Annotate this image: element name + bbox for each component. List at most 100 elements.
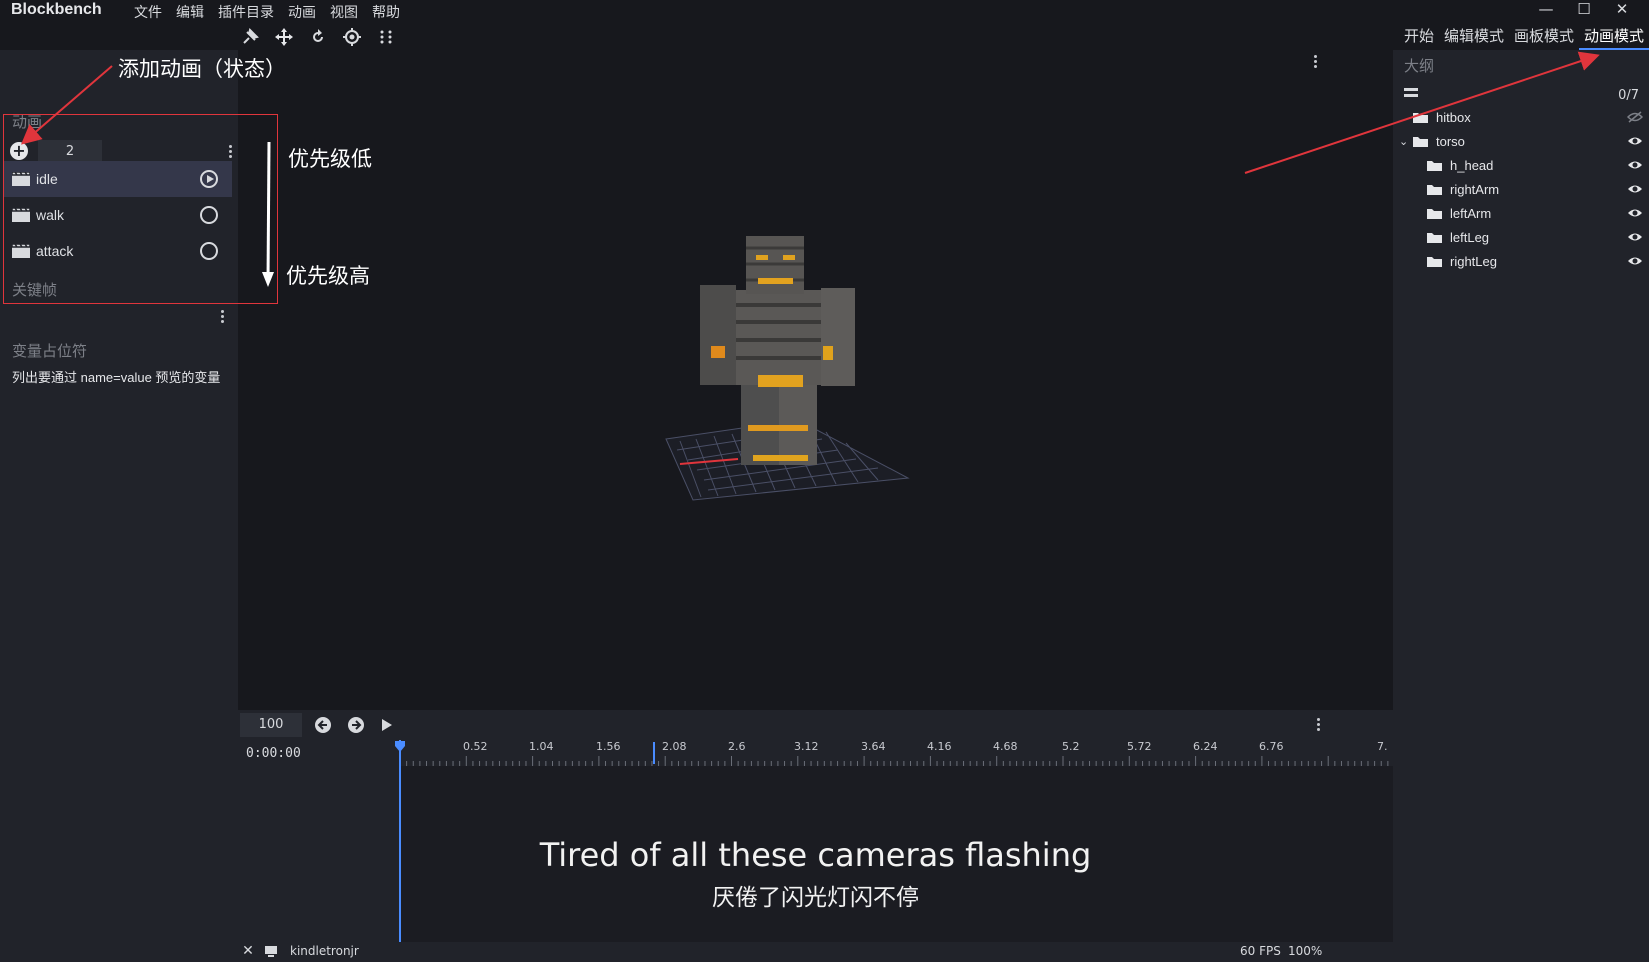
tick-label: 6.24 xyxy=(1193,740,1218,753)
outliner-selection-count: 0/7 xyxy=(1618,88,1639,103)
3d-viewport[interactable] xyxy=(238,50,1393,710)
timeline-panel: 100 0:00:00 0.52 1.04 1.56 2.08 2.6 3.12… xyxy=(238,710,1393,962)
app-name: Blockbench xyxy=(11,1,102,18)
eye-icon[interactable] xyxy=(1627,231,1643,243)
tab-animate-mode[interactable]: 动画模式 xyxy=(1578,24,1649,50)
timeline-tick-marks xyxy=(400,756,1389,766)
computer-icon xyxy=(265,946,277,957)
tick-label: 1.04 xyxy=(529,740,554,753)
next-keyframe-icon[interactable] xyxy=(347,716,365,734)
rotate-tool-icon[interactable] xyxy=(308,26,328,48)
variable-panel-title: 变量占位符 xyxy=(12,342,88,360)
previous-keyframe-icon[interactable] xyxy=(314,716,332,734)
node-label: leftLeg xyxy=(1450,229,1490,245)
tick-label: 4.68 xyxy=(993,740,1018,753)
close-status-icon[interactable]: ✕ xyxy=(238,943,258,959)
tick-label: 4.16 xyxy=(927,740,952,753)
folder-icon xyxy=(1427,160,1442,171)
right-sidebar: 大纲 0/7 hitbox ⌄ torso h_head rightArm le… xyxy=(1393,50,1649,962)
window-controls: — ☐ ✕ xyxy=(1527,0,1641,18)
menu-bar: 文件 编辑 插件目录 动画 视图 帮助 xyxy=(127,2,407,22)
status-username: kindletronjr xyxy=(290,944,359,958)
outliner-node-left-arm[interactable]: leftArm xyxy=(1393,201,1649,225)
outliner-node-left-leg[interactable]: leftLeg xyxy=(1393,225,1649,249)
title-bar: Blockbench 文件 编辑 插件目录 动画 视图 帮助 — ☐ ✕ xyxy=(0,0,1649,22)
eye-icon[interactable] xyxy=(1627,207,1643,219)
annotation-add-animation: 添加动画（状态） xyxy=(118,57,286,81)
outliner-node-right-arm[interactable]: rightArm xyxy=(1393,177,1649,201)
timeline-toolbar: 100 xyxy=(238,710,1393,740)
outliner-title: 大纲 xyxy=(1404,57,1435,75)
move-tool-icon[interactable] xyxy=(270,26,298,52)
tick-label: 2.08 xyxy=(662,740,687,753)
eye-icon[interactable] xyxy=(1627,135,1643,147)
timeline-menu-icon[interactable] xyxy=(1315,718,1321,731)
pin-tool-icon[interactable] xyxy=(240,26,260,48)
video-subtitle-english: Tired of all these cameras flashing xyxy=(539,836,1092,874)
tab-edit-mode[interactable]: 编辑模式 xyxy=(1439,24,1509,50)
menu-edit[interactable]: 编辑 xyxy=(169,2,211,22)
variable-description: 列出要通过 name=value 预览的变量 xyxy=(12,370,221,385)
tick-label: 7. xyxy=(1377,740,1388,753)
menu-animation[interactable]: 动画 xyxy=(281,2,323,22)
tick-label: 3.64 xyxy=(861,740,886,753)
tick-label: 2.6 xyxy=(728,740,746,753)
loop-marker[interactable] xyxy=(653,742,655,764)
model-render xyxy=(665,236,910,501)
node-label: rightLeg xyxy=(1450,253,1497,269)
node-label: hitbox xyxy=(1436,109,1471,125)
tool-toolbar xyxy=(240,24,396,52)
node-label: h_head xyxy=(1450,157,1494,173)
menu-help[interactable]: 帮助 xyxy=(365,2,407,22)
outliner-node-right-leg[interactable]: rightLeg xyxy=(1393,249,1649,273)
tick-label: 3.12 xyxy=(794,740,819,753)
pivot-tool-icon[interactable] xyxy=(342,26,362,48)
eye-icon[interactable] xyxy=(1627,183,1643,195)
tick-label: 5.2 xyxy=(1062,740,1080,753)
folder-icon xyxy=(1427,184,1442,195)
folder-icon xyxy=(1427,208,1442,219)
tick-label: 1.56 xyxy=(596,740,621,753)
tick-label: 0.52 xyxy=(463,740,488,753)
status-bar: ✕ kindletronjr 60 FPS 100% xyxy=(238,942,1393,962)
outliner-node-torso[interactable]: ⌄ torso xyxy=(1393,129,1649,153)
annotation-priority-low: 优先级低 xyxy=(288,147,372,171)
eye-icon[interactable] xyxy=(1627,159,1643,171)
outliner-node-h-head[interactable]: h_head xyxy=(1393,153,1649,177)
annotation-highlight-box xyxy=(3,114,278,304)
keyframe-menu-icon[interactable] xyxy=(219,310,225,323)
node-label: leftArm xyxy=(1450,205,1492,221)
tab-start[interactable]: 开始 xyxy=(1399,24,1439,50)
tab-paint-mode[interactable]: 画板模式 xyxy=(1509,24,1579,50)
outliner-toggle-icon[interactable] xyxy=(1403,86,1419,100)
outliner-node-hitbox[interactable]: hitbox xyxy=(1393,105,1649,129)
close-window-button[interactable]: ✕ xyxy=(1603,0,1641,18)
status-fps: 60 FPS xyxy=(1240,944,1281,958)
play-icon[interactable] xyxy=(379,717,395,733)
timeline-ruler[interactable]: 0.52 1.04 1.56 2.08 2.6 3.12 3.64 4.16 4… xyxy=(395,740,1393,766)
tick-label: 6.76 xyxy=(1259,740,1284,753)
folder-icon xyxy=(1413,136,1428,147)
viewport-menu-icon[interactable] xyxy=(1312,55,1318,68)
folder-icon xyxy=(1427,256,1442,267)
tick-label: 5.72 xyxy=(1127,740,1152,753)
eye-icon[interactable] xyxy=(1627,255,1643,267)
chevron-down-icon[interactable]: ⌄ xyxy=(1399,135,1413,148)
folder-icon xyxy=(1413,112,1428,123)
menu-plugins[interactable]: 插件目录 xyxy=(211,2,281,22)
maximize-button[interactable]: ☐ xyxy=(1565,0,1603,18)
more-tools-icon[interactable] xyxy=(376,26,396,48)
folder-icon xyxy=(1427,232,1442,243)
minimize-button[interactable]: — xyxy=(1527,0,1565,18)
video-subtitle-chinese: 厌倦了闪光灯闪不停 xyxy=(712,885,919,911)
eye-hidden-icon[interactable] xyxy=(1627,111,1643,123)
mode-tabs: 开始 编辑模式 画板模式 动画模式 xyxy=(1399,24,1649,50)
node-label: rightArm xyxy=(1450,181,1500,197)
timeline-time-display: 0:00:00 xyxy=(246,746,301,761)
timeline-zoom-field[interactable]: 100 xyxy=(240,713,302,737)
annotation-priority-high: 优先级高 xyxy=(286,264,370,288)
menu-view[interactable]: 视图 xyxy=(323,2,365,22)
menu-file[interactable]: 文件 xyxy=(127,2,169,22)
node-label: torso xyxy=(1436,133,1465,149)
status-zoom: 100% xyxy=(1288,944,1323,958)
